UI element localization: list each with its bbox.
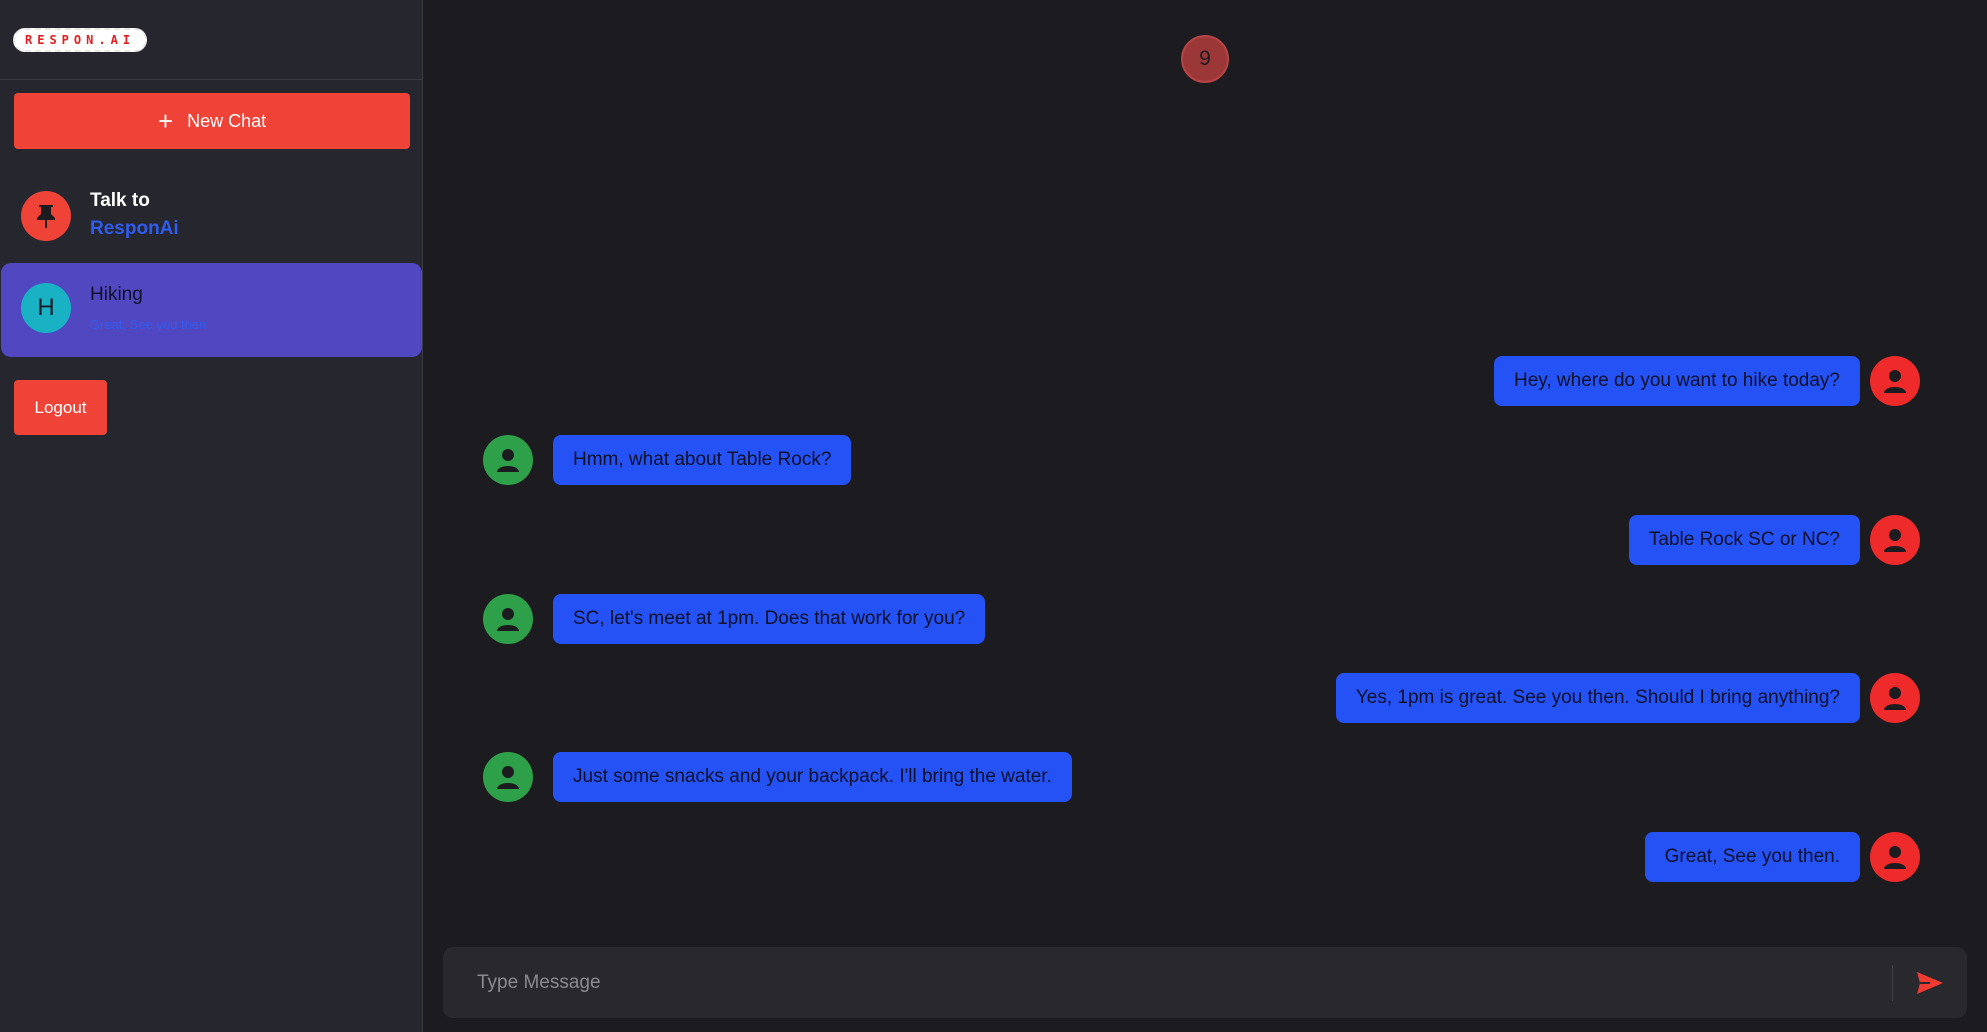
app-root: RESPON.AI + New Chat Talk to ResponAi H … [0,0,1987,1032]
chat-preview: Great, See you then [90,317,207,332]
send-button[interactable] [1893,947,1967,1018]
send-icon [1917,971,1943,994]
sidebar: RESPON.AI + New Chat Talk to ResponAi H … [0,0,423,1032]
message-row: Table Rock SC or NC? [1628,515,1920,565]
message-row: Hmm, what about Table Rock? [483,435,852,485]
user-avatar-icon [1870,673,1920,723]
message-row: SC, let's meet at 1pm. Does that work fo… [483,594,986,644]
message-composer [443,947,1967,1018]
pinned-text: Talk to ResponAi [90,190,179,240]
message-row: Just some snacks and your backpack. I'll… [483,752,1072,802]
peer-avatar-icon [483,752,533,802]
message-row: Great, See you then. [1644,832,1920,882]
pinned-title: Talk to [90,190,150,211]
logo: RESPON.AI [13,27,148,52]
message-row: Yes, 1pm is great. See you then. Should … [1335,673,1920,723]
message-bubble: Table Rock SC or NC? [1628,515,1860,565]
plus-icon: + [157,106,174,136]
message-bubble: Just some snacks and your backpack. I'll… [553,752,1072,802]
pinned-subtitle: ResponAi [90,218,179,239]
counter-badge: 9 [1181,35,1229,83]
user-avatar-icon [1870,832,1920,882]
peer-avatar-icon [483,435,533,485]
message-row: Hey, where do you want to hike today? [1493,356,1920,406]
message-bubble: Hey, where do you want to hike today? [1493,356,1860,406]
logout-button[interactable]: Logout [14,380,107,435]
message-input[interactable] [443,947,1892,1018]
message-bubble: Yes, 1pm is great. See you then. Should … [1335,673,1860,723]
user-avatar-icon [1870,515,1920,565]
chat-name: Hiking [90,284,143,305]
sidebar-header: RESPON.AI [0,0,422,80]
message-bubble: Great, See you then. [1644,832,1860,882]
logo-text: RESPON.AI [25,32,136,47]
message-bubble: SC, let's meet at 1pm. Does that work fo… [553,594,986,644]
chat-main: 9 Hey, where do you want to hike today? … [423,0,1987,1032]
chat-avatar: H [21,283,71,333]
peer-avatar-icon [483,594,533,644]
pin-icon [21,191,71,241]
new-chat-button[interactable]: + New Chat [14,93,410,149]
message-bubble: Hmm, what about Table Rock? [553,435,852,485]
pinned-chat-responai[interactable]: Talk to ResponAi [0,180,422,256]
sidebar-chat-hiking[interactable]: H Hiking Great, See you then [1,263,422,357]
new-chat-label: New Chat [187,110,267,131]
user-avatar-icon [1870,356,1920,406]
